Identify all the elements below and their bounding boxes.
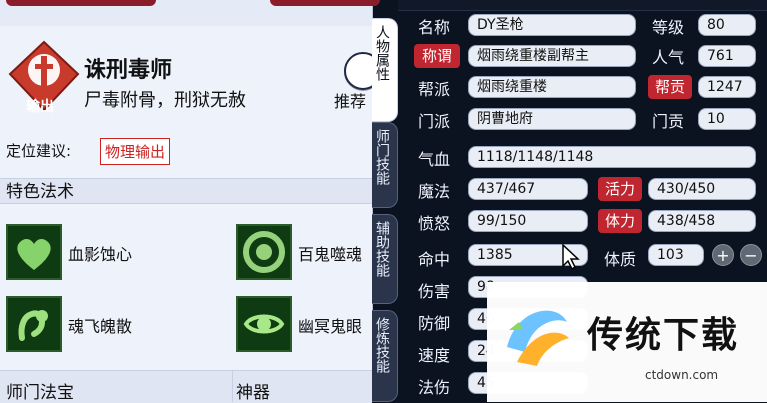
vitality-field: 430/450 (648, 178, 756, 200)
speed-label: 速度 (418, 346, 451, 365)
recommend-button[interactable]: 推荐 (330, 52, 382, 111)
contribution-field: 1247 (698, 76, 756, 98)
mouse-cursor-icon (562, 244, 580, 270)
hit-label: 命中 (418, 250, 451, 269)
increase-button[interactable]: + (712, 244, 734, 266)
anger-label: 愤怒 (418, 214, 451, 233)
position-label: 定位建议: (6, 142, 72, 160)
watermark-title: 传统下载 (587, 315, 740, 356)
tab-label: 修炼技能 (374, 317, 390, 373)
stamina-label-button[interactable]: 体力 (598, 209, 642, 233)
bottom-left-label: 师门法宝 (6, 383, 74, 403)
watermark-domain: ctdown.com (645, 368, 719, 382)
hp-label: 气血 (418, 150, 451, 169)
popularity-label: 人气 (652, 48, 685, 67)
decrease-button[interactable]: − (740, 244, 762, 266)
recommend-label: 推荐 (334, 92, 367, 111)
school-panel: 输出 诛刑毒师 尸毒附骨，刑狱无赦 推荐 定位建议: 物理输出 特色法术 血影蚀… (0, 0, 382, 403)
faction-field: 烟雨绕重楼 (468, 76, 636, 98)
sect-label: 门派 (418, 112, 451, 131)
sect-contribution-label: 门贡 (652, 112, 685, 131)
name-label: 名称 (418, 18, 451, 37)
sect-badge: 输出 (8, 40, 80, 115)
watermark-overlay: 传统下载 ctdown.com (487, 282, 767, 402)
tab-label: 辅助技能 (374, 221, 390, 277)
mp-field: 437/467 (468, 178, 588, 200)
hands-skill-icon (6, 296, 62, 352)
mp-label: 魔法 (418, 182, 451, 201)
tab-label: 人物属性 (374, 25, 390, 81)
skill-name: 幽冥鬼眼 (298, 317, 363, 336)
sect-contribution-field: 10 (698, 108, 756, 130)
top-tab-2[interactable] (270, 0, 380, 6)
popularity-field: 761 (698, 45, 756, 67)
stamina-field: 438/458 (648, 210, 756, 232)
top-tab-1[interactable] (6, 0, 156, 6)
hp-field: 1118/1148/1148 (468, 146, 756, 168)
top-strip (398, 0, 767, 11)
top-tabs (0, 0, 380, 26)
skills-section-title: 特色法术 (0, 178, 372, 204)
school-description: 尸毒附骨，刑狱无赦 (84, 90, 246, 111)
tab-character-attributes[interactable]: 人物属性 (372, 18, 398, 122)
heart-skill-icon (6, 224, 62, 280)
vitality-label-button[interactable]: 活力 (598, 177, 642, 201)
name-field: DY圣枪 (468, 14, 636, 36)
level-label: 等级 (652, 18, 685, 37)
level-field: 80 (698, 14, 756, 36)
contribution-label-button[interactable]: 帮贡 (648, 75, 692, 99)
anger-field: 99/150 (468, 210, 588, 232)
tab-label: 师门技能 (374, 129, 390, 185)
spiral-skill-icon (236, 224, 292, 280)
skill-name: 血影蚀心 (68, 245, 133, 264)
badge-text: 输出 (26, 99, 54, 115)
skill-name: 魂飞魄散 (68, 317, 133, 336)
defense-label: 防御 (418, 314, 451, 333)
position-badge: 物理输出 (100, 138, 171, 165)
title-field: 烟雨绕重楼副帮主 (468, 45, 636, 67)
school-title: 诛刑毒师 (84, 58, 173, 83)
bottom-divider (232, 370, 233, 402)
watermark-logo-icon (507, 310, 569, 366)
tab-sect-skills[interactable]: 师门技能 (372, 122, 398, 208)
eye-skill-icon (236, 296, 292, 352)
magic-damage-label: 法伤 (418, 378, 451, 397)
sect-field: 阴曹地府 (468, 108, 636, 130)
faction-label: 帮派 (418, 80, 451, 99)
constitution-label: 体质 (604, 250, 637, 269)
skill-name: 百鬼噬魂 (298, 245, 363, 264)
constitution-field: 103 (648, 244, 704, 266)
tab-support-skills[interactable]: 辅助技能 (372, 214, 398, 304)
damage-label: 伤害 (418, 282, 451, 301)
bottom-mid-label: 神器 (236, 383, 270, 403)
title-label-button[interactable]: 称谓 (414, 44, 460, 68)
tab-cultivation-skills[interactable]: 修炼技能 (372, 310, 398, 402)
